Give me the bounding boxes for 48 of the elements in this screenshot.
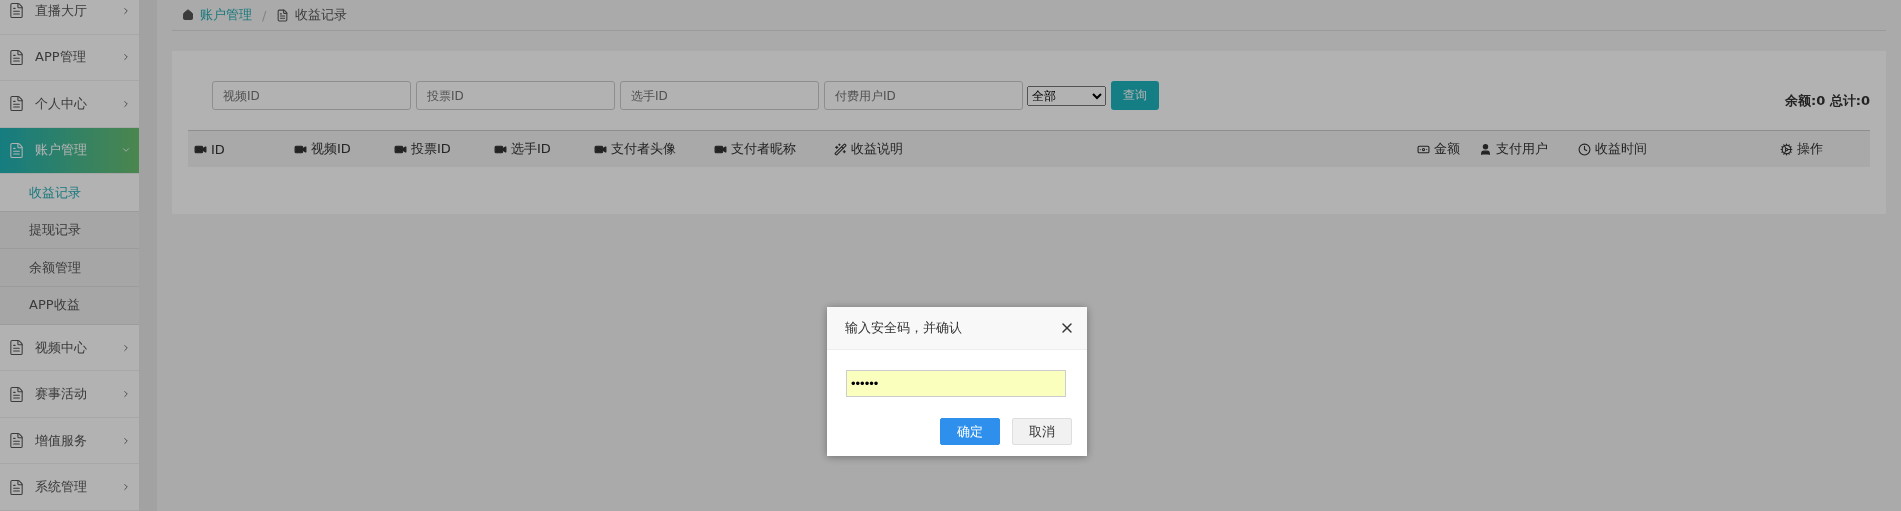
document-icon <box>8 432 25 450</box>
chevron-right-icon <box>121 5 131 16</box>
chevron-right-icon <box>121 98 131 109</box>
submenu-item[interactable]: APP收益 <box>0 287 139 325</box>
clock-icon <box>1578 142 1591 156</box>
chevron-right-icon <box>121 389 131 400</box>
chevron-right-icon <box>121 435 131 446</box>
type-select[interactable]: 全部 <box>1027 85 1106 106</box>
confirm-button[interactable]: 确定 <box>940 418 1000 445</box>
document-icon <box>8 478 25 496</box>
home-icon <box>182 9 194 21</box>
column-header: 支付者昵称 <box>731 140 796 158</box>
column-header: 视频ID <box>311 140 351 158</box>
breadcrumb-link[interactable]: 收益记录 <box>295 6 348 24</box>
gear-icon <box>1780 142 1793 156</box>
search-field[interactable]: 选手ID <box>620 81 819 110</box>
column-header: 收益说明 <box>851 140 903 158</box>
document-icon <box>8 2 25 20</box>
document-icon <box>8 141 25 159</box>
column-header: 支付者头像 <box>611 140 676 158</box>
dialog-title: 输入安全码，并确认 <box>845 319 962 337</box>
document-icon <box>276 8 290 22</box>
column-header: 操作 <box>1797 140 1823 158</box>
cancel-button[interactable]: 取消 <box>1012 418 1072 445</box>
security-code-field[interactable]: •••••• <box>846 370 1066 397</box>
column-header: 选手ID <box>511 140 551 158</box>
column-header: 金额 <box>1434 140 1460 158</box>
chevron-right-icon <box>121 482 131 493</box>
search-field[interactable]: 投票ID <box>416 81 615 110</box>
chevron-right-icon <box>121 342 131 353</box>
submenu-item[interactable]: 余额管理 <box>0 249 139 288</box>
document-icon <box>8 385 25 403</box>
user-icon <box>1479 142 1492 156</box>
column-header: ID <box>211 141 225 157</box>
document-icon <box>8 339 25 356</box>
sidebar-item[interactable]: 直播大厅 <box>0 0 139 35</box>
chevron-right-icon <box>121 52 131 63</box>
document-icon <box>8 95 25 113</box>
breadcrumb-separator: / <box>262 7 267 23</box>
balance-summary: 余额:0 总计:0 <box>1785 92 1870 110</box>
search-field[interactable]: 付费用户ID <box>824 81 1023 110</box>
column-header: 收益时间 <box>1595 140 1647 158</box>
document-icon <box>8 48 25 66</box>
submenu-item[interactable]: 提现记录 <box>0 211 139 250</box>
search-field[interactable]: 视频ID <box>212 81 411 110</box>
column-header: 投票ID <box>411 140 451 158</box>
column-header: 支付用户 <box>1496 140 1548 158</box>
magic-wand-icon <box>834 142 847 156</box>
